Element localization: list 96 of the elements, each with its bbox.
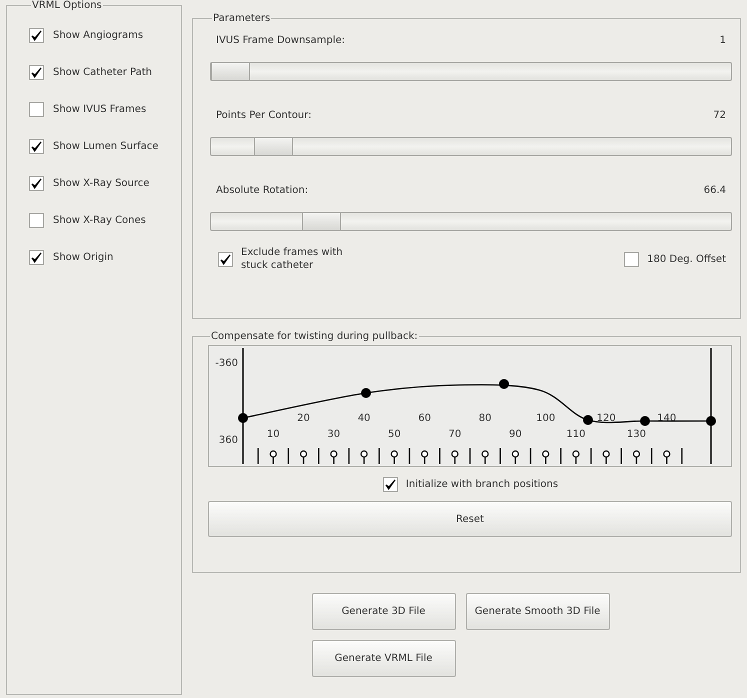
slider-label: Points Per Contour: [216, 110, 312, 120]
pin-marker[interactable] [572, 450, 580, 464]
position-label: 40 [358, 413, 370, 424]
checkbox[interactable] [29, 250, 44, 265]
y-label: 360 [218, 435, 238, 446]
initialize-checkbox[interactable]: Initialize with branch positions [382, 476, 558, 492]
slider-value: 1 [720, 34, 726, 46]
position-label: 50 [388, 429, 401, 440]
checkbox[interactable] [29, 176, 44, 191]
tick-mark [620, 448, 622, 464]
group-title: Compensate for twisting during pullback: [210, 331, 419, 342]
tick-mark [257, 448, 259, 464]
position-label: 100 [536, 413, 556, 424]
control-point[interactable] [583, 415, 593, 425]
pin-marker[interactable] [451, 450, 458, 464]
slider-track[interactable] [210, 212, 732, 231]
y-label: -360 [215, 358, 238, 369]
position-label: 70 [448, 429, 462, 440]
slider-label: Absolute Rotation: [216, 184, 308, 196]
position-label: 110 [566, 429, 586, 440]
position-label: 90 [509, 429, 522, 440]
slider-value: 72 [713, 110, 726, 120]
position-label: 120 [596, 413, 616, 424]
show-checkbox[interactable]: Show X-Ray Source [29, 165, 181, 202]
pin-marker[interactable] [542, 450, 550, 464]
check-icon [31, 30, 42, 41]
show-checkbox[interactable]: Show X-Ray Cones [29, 202, 181, 239]
tick-mark [590, 448, 592, 464]
position-label: 30 [327, 429, 340, 440]
generate-button[interactable]: Generate VRML File [312, 640, 456, 677]
pin-marker[interactable] [512, 450, 519, 464]
check-icon [31, 178, 42, 189]
checkbox[interactable] [29, 213, 44, 228]
pin-marker[interactable] [482, 450, 489, 464]
check-icon [220, 254, 231, 264]
pin-marker[interactable] [270, 450, 277, 464]
tick-mark [530, 448, 532, 464]
position-label: 80 [478, 413, 492, 424]
show-checkbox[interactable]: Show IVUS Frames [29, 91, 181, 128]
generate-button[interactable]: Generate Smooth 3D File [466, 593, 610, 630]
checkbox[interactable] [382, 476, 398, 492]
checkbox[interactable] [624, 252, 640, 266]
pin-marker[interactable] [360, 450, 368, 464]
tick-mark [500, 448, 501, 464]
pin-marker[interactable] [330, 450, 338, 464]
pin-marker[interactable] [602, 450, 610, 464]
check-icon [384, 478, 396, 490]
tick-mark [288, 448, 290, 464]
check-icon [31, 141, 42, 152]
position-label: 130 [626, 429, 646, 440]
position-label: 60 [418, 413, 431, 424]
slider-label: IVUS Frame Downsample: [216, 34, 346, 46]
group-title: VRML Options [31, 0, 103, 11]
position-label: 20 [297, 413, 310, 424]
tick-mark [408, 448, 410, 464]
checkbox[interactable] [29, 102, 44, 117]
tick-mark [348, 448, 350, 464]
tick-mark [650, 448, 652, 464]
checkbox[interactable] [29, 28, 44, 43]
show-checkbox[interactable]: Show Angiograms [29, 17, 181, 54]
control-point[interactable] [499, 379, 509, 389]
control-point[interactable] [706, 416, 716, 426]
position-label: 10 [266, 429, 280, 440]
tick-mark [560, 448, 562, 464]
checkbox[interactable] [29, 139, 44, 154]
tick-mark [439, 448, 440, 464]
control-point[interactable] [238, 413, 248, 423]
tick-mark [681, 448, 683, 464]
slider-thumb[interactable] [211, 63, 250, 80]
reset-button[interactable]: Reset [208, 501, 732, 537]
offset-checkbox[interactable]: 180 Deg. Offset [624, 252, 726, 266]
generate-button[interactable]: Generate 3D File [312, 593, 456, 630]
slider-track[interactable] [210, 137, 732, 156]
tick-mark [318, 448, 320, 464]
slider-thumb[interactable] [302, 213, 342, 230]
pin-marker[interactable] [390, 450, 398, 464]
control-point[interactable] [640, 416, 650, 426]
slider-value: 66.4 [704, 184, 726, 196]
pin-marker[interactable] [300, 450, 308, 464]
control-point[interactable] [361, 388, 371, 398]
tick-mark [469, 448, 471, 464]
group-title: Parameters [212, 13, 272, 24]
check-icon [31, 252, 42, 263]
pin-marker[interactable] [663, 450, 670, 464]
checkbox[interactable] [218, 252, 233, 266]
pin-marker[interactable] [632, 450, 640, 464]
checkbox[interactable] [29, 65, 44, 80]
exclude-frames-checkbox[interactable]: Exclude frames with stuck catheter [218, 246, 361, 272]
slider-thumb[interactable] [254, 138, 294, 155]
show-checkbox[interactable]: Show Lumen Surface [29, 128, 181, 165]
check-icon [31, 67, 42, 78]
slider-track[interactable] [210, 62, 732, 81]
tick-mark [378, 448, 380, 464]
pin-marker[interactable] [421, 450, 428, 464]
show-checkbox[interactable]: Show Origin [29, 239, 181, 276]
show-checkbox[interactable]: Show Catheter Path [29, 54, 181, 91]
